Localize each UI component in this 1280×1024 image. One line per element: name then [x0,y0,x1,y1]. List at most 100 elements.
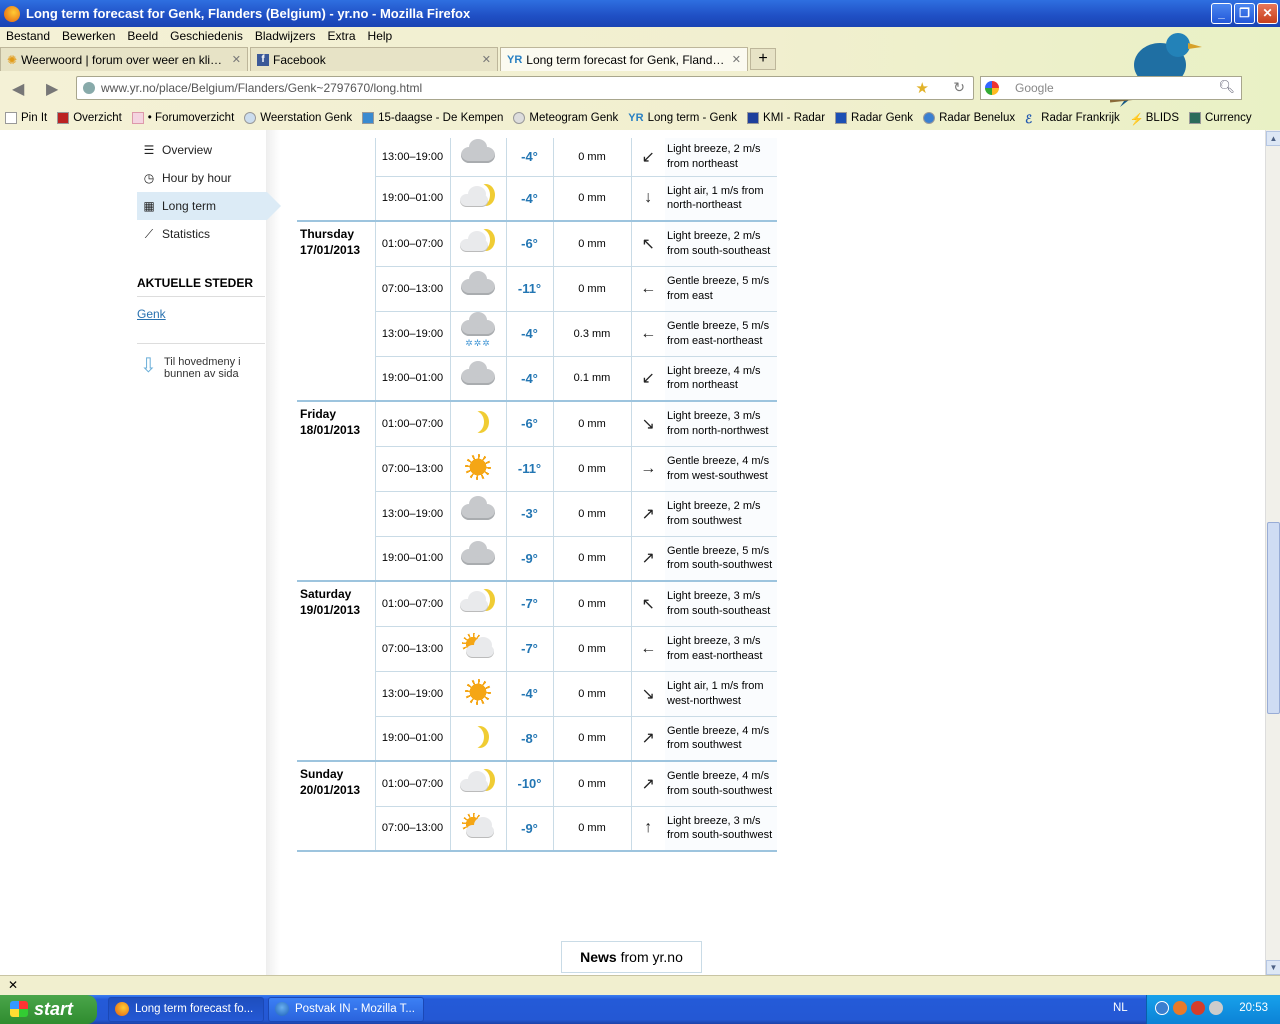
bookmark-item[interactable]: KMI - Radar [742,112,830,124]
menu-beeld[interactable]: Beeld [121,29,164,43]
menu-bladwijzers[interactable]: Bladwijzers [249,29,322,43]
scroll-down-icon[interactable]: ▼ [1266,960,1280,975]
firefox-logo-icon [4,5,20,22]
search-input[interactable]: Google 🔍︎ [980,76,1242,100]
temperature-cell: -4° [506,356,554,402]
temperature-cell: -4° [506,671,554,717]
taskbar-item-firefox[interactable]: Long term forecast fo... [108,997,264,1022]
time-cell: 07:00–13:00 [375,626,451,672]
place-link-genk[interactable]: Genk [137,307,166,321]
start-button[interactable]: start [0,995,97,1024]
sun-icon [465,679,491,705]
time-cell: 13:00–19:00 [375,671,451,717]
google-engine-icon[interactable] [985,81,999,95]
bookmark-item[interactable]: Pin It [0,112,52,124]
menu-bewerken[interactable]: Bewerken [56,29,121,43]
bookmark-label: KMI - Radar [763,112,826,124]
nav-item-statistics[interactable]: ⟋ Statistics [137,220,267,248]
partly-cloudy-night-icon [460,184,496,210]
scroll-thumb[interactable] [1267,522,1280,714]
forecast-nav: ☰ Overview ◷ Hour by hour ▦ Long term ⟋ … [137,136,281,248]
moon-icon [466,411,484,433]
bookmark-item[interactable]: YR Long term - Genk [623,112,742,124]
time-cell: 19:00–01:00 [375,536,451,582]
bookmark-item[interactable]: Weerstation Genk [239,112,357,124]
bookmark-item[interactable]: 15-daagse - De Kempen [357,112,508,124]
menu-geschiedenis[interactable]: Geschiedenis [164,29,249,43]
reload-icon[interactable]: ↻ [953,79,965,96]
precipitation-cell: 0 mm [553,626,632,672]
wind-direction-cell: ← [631,266,665,312]
sun-favicon-icon: ✺ [7,52,18,67]
bookmark-item[interactable]: Meteogram Genk [508,112,623,124]
wind-description-cell: Light air, 1 m/s from north-northeast [665,176,777,222]
url-text: www.yr.no/place/Belgium/Flanders/Genk~27… [101,81,423,95]
wind-direction-cell: → [631,446,665,492]
back-arrow-icon[interactable]: ◀ [12,79,24,99]
tab-facebook[interactable]: f Facebook ✕ [250,47,498,71]
weather-symbol-cell [450,581,507,627]
precipitation-cell: 0 mm [553,176,632,222]
close-button[interactable]: ✕ [1257,3,1278,24]
bookmark-label: Radar Frankrijk [1041,112,1120,124]
weather-symbol-cell [450,626,507,672]
bookmark-item[interactable]: Currency [1184,112,1257,124]
menu-extra[interactable]: Extra [322,29,362,43]
wind-description-cell: Light breeze, 4 m/s from northeast [665,356,777,402]
bookmark-item[interactable]: ⚡ BLIDS [1125,112,1184,126]
wind-arrow-icon: ← [640,279,657,297]
bookmark-item[interactable]: ℰ Radar Frankrijk [1020,112,1125,126]
time-cell: 07:00–13:00 [375,806,451,852]
back-to-menu-link[interactable]: ⇩ Til hovedmeny i bunnen av sida [140,356,266,380]
menu-help[interactable]: Help [362,29,399,43]
tray-app-icon[interactable] [1173,1001,1187,1015]
status-bar: ✕ [0,975,1280,995]
nav-label: Statistics [162,227,211,241]
forecast-row: 13:00–19:00 -4° 0 mm ↙ Light breeze, 2 m/s f… [297,138,777,222]
search-icon[interactable]: 🔍︎ [1218,79,1235,95]
news-from-yr[interactable]: News from yr.no [561,941,702,973]
partly-cloudy-night-icon [460,769,496,795]
language-indicator[interactable]: NL [1113,1002,1128,1014]
partly-cloudy-night-icon [460,229,496,255]
nav-item-long-term[interactable]: ▦ Long term [137,192,281,220]
tab-weerwoord[interactable]: ✺ Weerwoord | forum over weer en klimaat… [0,47,248,71]
tab-close-icon[interactable]: ✕ [232,53,241,66]
precipitation-cell: 0 mm [553,221,632,267]
taskbar-item-thunderbird[interactable]: Postvak IN - Mozilla T... [268,997,424,1022]
tab-close-icon[interactable]: ✕ [482,53,491,66]
tray-arrow-icon[interactable] [1155,1001,1169,1015]
tray-network-icon[interactable] [1209,1001,1223,1015]
wind-description-cell: Gentle breeze, 5 m/s from east [665,266,777,312]
tab-close-icon[interactable]: ✕ [732,53,741,66]
bookmark-item[interactable]: • Forumoverzicht [127,112,239,124]
tray-security-icon[interactable] [1191,1001,1205,1015]
wind-arrow-icon: ↖ [641,235,655,253]
bookmark-item[interactable]: Overzicht [52,112,127,124]
bookmark-star-icon[interactable]: ★ [916,79,929,97]
vertical-scrollbar[interactable]: ▲ ▼ [1265,130,1280,975]
url-bar[interactable]: www.yr.no/place/Belgium/Flanders/Genk~27… [76,76,974,100]
tab-yr-long-term[interactable]: YR Long term forecast for Genk, Flanders… [500,47,748,71]
new-tab-button[interactable]: + [750,48,776,70]
precipitation-cell: 0 mm [553,581,632,627]
maximize-button[interactable]: ❐ [1234,3,1255,24]
nav-item-hour-by-hour[interactable]: ◷ Hour by hour [137,164,267,192]
status-close-icon[interactable]: ✕ [8,978,18,992]
bookmark-label: Weerstation Genk [260,112,353,124]
forward-arrow-icon[interactable]: ▶ [46,79,58,99]
site-identity-icon[interactable] [83,82,95,94]
temperature-cell: -9° [506,806,554,852]
day-cell: Saturday 19/01/2013 [297,581,376,762]
wind-arrow-icon: ↙ [641,148,655,166]
menu-bestand[interactable]: Bestand [0,29,56,43]
tab-label: Facebook [273,52,326,67]
scroll-up-icon[interactable]: ▲ [1266,131,1280,146]
web-page: ☰ Overview ◷ Hour by hour ▦ Long term ⟋ … [0,130,1265,975]
bookmark-item[interactable]: Radar Benelux [918,112,1020,124]
bookmark-item[interactable]: Radar Genk [830,112,918,124]
forecast-table: 13:00–19:00 -4° 0 mm ↙ Light breeze, 2 m/s f… [297,138,777,852]
tab-label: Long term forecast for Genk, Flanders (B… [526,52,728,67]
minimize-button[interactable]: _ [1211,3,1232,24]
nav-item-overview[interactable]: ☰ Overview [137,136,267,164]
